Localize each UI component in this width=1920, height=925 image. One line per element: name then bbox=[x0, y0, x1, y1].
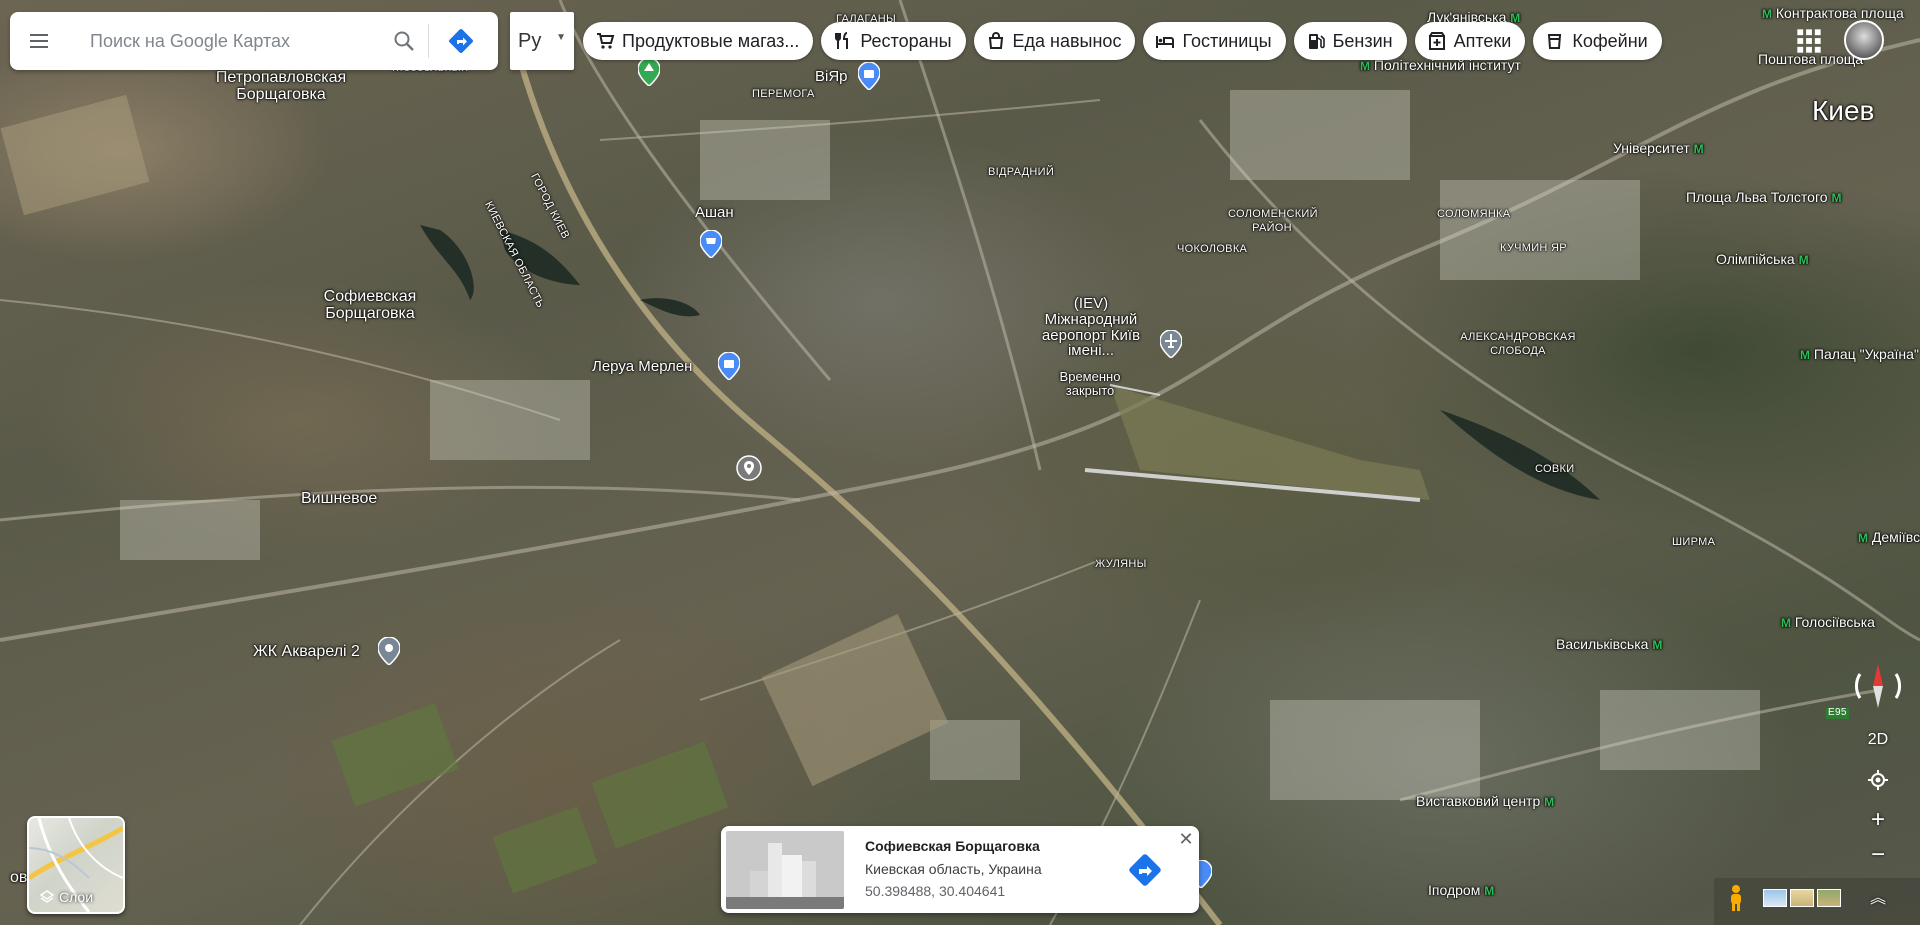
park-pin-icon[interactable] bbox=[638, 58, 660, 86]
compass-icon[interactable] bbox=[1850, 658, 1906, 714]
directions-icon bbox=[449, 29, 473, 53]
poi-label-viyar[interactable]: ВіЯр bbox=[815, 69, 848, 85]
gas-pump-icon bbox=[1308, 34, 1325, 49]
district-label-zhuliany: ЖУЛЯНЫ bbox=[1095, 558, 1147, 570]
cart-icon bbox=[597, 33, 615, 49]
shopping-bag-pin-icon[interactable] bbox=[718, 352, 740, 380]
shopping-pin-icon[interactable] bbox=[700, 230, 722, 258]
satellite-map[interactable]: Киев Петропавловская Борщаговка Софиевск… bbox=[0, 0, 1920, 925]
hamburger-menu-icon bbox=[30, 34, 48, 48]
building-photo-image bbox=[726, 831, 844, 909]
metro-label-palats-ukraina[interactable]: M Палац "Україна" bbox=[1800, 347, 1919, 362]
metro-label-polytechnic[interactable]: M Політехнічний інститут bbox=[1360, 58, 1521, 73]
user-avatar[interactable] bbox=[1844, 20, 1884, 60]
airport-pin-icon[interactable] bbox=[1160, 330, 1182, 358]
district-label-peremoha: ПЕРЕМОГА bbox=[752, 88, 815, 100]
layers-label: Слои bbox=[39, 889, 93, 905]
pharmacy-icon bbox=[1428, 32, 1445, 50]
layers-button[interactable]: Слои bbox=[27, 816, 125, 914]
minus-icon: − bbox=[1870, 841, 1885, 868]
route-button[interactable] bbox=[1125, 850, 1165, 890]
apps-grid-icon[interactable] bbox=[1795, 27, 1823, 55]
district-label-oleksandrivska: АЛЕКСАНДРОВСКАЯ СЛОБОДА bbox=[1460, 331, 1576, 358]
close-icon[interactable]: ✕ bbox=[1177, 830, 1195, 848]
chip-hotels[interactable]: Гостиницы bbox=[1143, 22, 1286, 60]
metro-label-olimpiiska[interactable]: Олімпійська M bbox=[1716, 252, 1809, 267]
zoom-out-button[interactable]: − bbox=[1860, 837, 1896, 873]
district-label-chokolovka: ЧОКОЛОВКА bbox=[1177, 243, 1248, 255]
place-label-vyshneve[interactable]: Вишневое bbox=[301, 490, 377, 508]
place-subtitle: Киевская область, Украина bbox=[865, 861, 1042, 877]
search-box bbox=[10, 12, 498, 70]
layers-icon bbox=[39, 890, 55, 903]
chip-gas[interactable]: Бензин bbox=[1293, 22, 1407, 60]
search-icon bbox=[394, 31, 414, 51]
category-chips: Продуктовые магаз... Рестораны Еда навын… bbox=[583, 22, 1662, 60]
poi-label-airport[interactable]: (IEV) Міжнародний аеропорт Київ імені... bbox=[1036, 296, 1146, 359]
road-network bbox=[0, 0, 1920, 925]
takeout-bag-icon bbox=[988, 32, 1003, 49]
metro-label-kontraktova[interactable]: M Контрактова площа bbox=[1762, 6, 1904, 21]
search-input[interactable] bbox=[68, 21, 380, 61]
place-label-petropavlovska[interactable]: Петропавловская Борщаговка bbox=[202, 69, 360, 104]
fork-knife-icon bbox=[835, 32, 849, 49]
metro-label-holosiivska[interactable]: M Голосіївська bbox=[1781, 615, 1875, 630]
double-chevron-up-icon: ︽ bbox=[1869, 890, 1886, 907]
chip-takeout[interactable]: Еда навынос bbox=[973, 22, 1136, 60]
toggle-2d-button[interactable]: 2D bbox=[1860, 722, 1896, 758]
search-button[interactable] bbox=[380, 17, 428, 65]
directions-button[interactable] bbox=[429, 12, 493, 70]
metro-label-vasylkivska[interactable]: Васильківська M bbox=[1556, 637, 1662, 652]
chip-coffee[interactable]: Кофейни bbox=[1533, 22, 1662, 60]
metro-label-ipodrom[interactable]: Іподром M bbox=[1428, 883, 1494, 898]
imagery-thumbnail-3[interactable] bbox=[1817, 889, 1841, 907]
imagery-thumbnail-2[interactable] bbox=[1790, 889, 1814, 907]
coffee-cup-icon bbox=[1548, 34, 1562, 49]
shopping-bag-pin-icon-viyar[interactable] bbox=[858, 62, 880, 90]
district-label-vidradnyi: ВІДРАДНИЙ bbox=[988, 166, 1055, 178]
district-label-solomianka: СОЛОМЯНКА bbox=[1437, 208, 1511, 220]
metro-label-lva-tolstoho[interactable]: Площа Льва Толстого M bbox=[1686, 190, 1841, 205]
poi-label-leroy[interactable]: Леруа Мерлен bbox=[592, 359, 692, 375]
metro-label-vystavkovyi[interactable]: Виставковий центр M bbox=[1416, 794, 1554, 809]
metro-label-demiivska[interactable]: M Деміївська bbox=[1858, 530, 1920, 545]
metro-label-universytet[interactable]: Університет M bbox=[1613, 141, 1704, 156]
zoom-in-button[interactable]: + bbox=[1860, 802, 1896, 838]
plus-icon: + bbox=[1870, 806, 1885, 833]
district-label-solomenskyi: СОЛОМЕНСКИЙ РАЙОН bbox=[1228, 208, 1318, 235]
selected-location-pin-icon[interactable] bbox=[736, 455, 762, 481]
place-photo[interactable] bbox=[726, 831, 844, 909]
chevron-down-icon: ▼ bbox=[556, 32, 566, 43]
language-select[interactable]: Ру ▼ bbox=[510, 12, 574, 70]
my-location-button[interactable] bbox=[1860, 762, 1896, 798]
menu-button[interactable] bbox=[10, 12, 68, 70]
city-label-kiev[interactable]: Киев bbox=[1812, 96, 1874, 126]
chip-groceries[interactable]: Продуктовые магаз... bbox=[583, 22, 814, 60]
place-info-card[interactable]: Софиевская Борщаговка Киевская область, … bbox=[721, 826, 1199, 913]
chip-restaurants[interactable]: Рестораны bbox=[821, 22, 966, 60]
bed-icon bbox=[1156, 36, 1175, 48]
place-label-sofiivska[interactable]: Софиевская Борщаговка bbox=[300, 288, 440, 323]
chip-pharmacy[interactable]: Аптеки bbox=[1414, 22, 1526, 60]
district-label-sovky: СОВКИ bbox=[1535, 463, 1575, 475]
building-pin-icon[interactable] bbox=[378, 637, 400, 665]
pegman-icon[interactable] bbox=[1727, 884, 1745, 912]
place-label-akvareli[interactable]: ЖК Акварелі 2 bbox=[253, 643, 360, 661]
language-value: Ру bbox=[518, 29, 542, 52]
locate-icon bbox=[1868, 770, 1888, 790]
collapse-button[interactable]: ︽ bbox=[1860, 878, 1896, 914]
road-shield-e95: E95 bbox=[1826, 707, 1849, 719]
airport-status-label: Временно закрыто bbox=[1059, 369, 1121, 398]
district-label-kuchmin-yar: КУЧМИН ЯР bbox=[1500, 242, 1567, 254]
poi-label-auchan[interactable]: Ашан bbox=[695, 205, 734, 221]
place-title: Софиевская Борщаговка bbox=[865, 838, 1040, 854]
imagery-thumbnail-1[interactable] bbox=[1763, 889, 1787, 907]
place-coordinates[interactable]: 50.398488, 30.404641 bbox=[865, 883, 1005, 899]
district-label-shyrma: ШИРМА bbox=[1672, 536, 1716, 548]
